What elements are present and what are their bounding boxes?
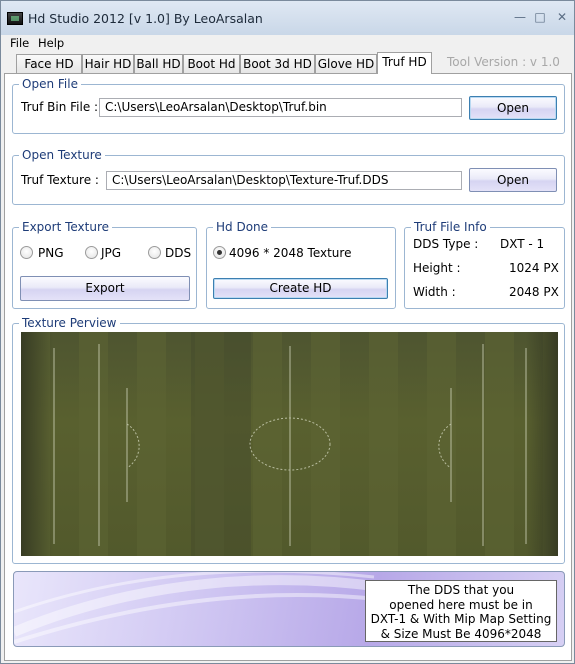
note-line: & Size Must Be 4096*2048 — [380, 626, 542, 641]
hd-done-group-title: Hd Done — [213, 220, 272, 234]
menu-file[interactable]: File — [10, 36, 29, 50]
truf-texture-label: Truf Texture : — [21, 173, 99, 187]
close-button[interactable]: ✕ — [551, 9, 573, 25]
open-file-group-title: Open File — [19, 77, 81, 91]
open-bin-button[interactable]: Open — [469, 96, 557, 120]
open-texture-group-title: Open Texture — [19, 148, 105, 162]
dds-radio[interactable] — [148, 246, 161, 259]
png-radio-label: PNG — [38, 246, 64, 260]
note-line: The DDS that you — [407, 583, 515, 597]
minimize-button[interactable]: — — [509, 9, 531, 25]
truf-bin-file-field[interactable]: C:\Users\LeoArsalan\Desktop\Truf.bin — [99, 98, 462, 117]
app-window: Hd Studio 2012 [v 1.0] By LeoArsalan — □… — [0, 0, 575, 664]
jpg-radio-label: JPG — [101, 246, 122, 260]
dds-type-label: DDS Type : — [413, 237, 479, 251]
note-line: opened here must be in — [389, 597, 533, 612]
export-button[interactable]: Export — [20, 276, 190, 301]
tab-glove-hd[interactable]: Glove HD — [315, 54, 377, 74]
dds-requirement-note: The DDS that you opened here must be in … — [365, 580, 557, 642]
tab-hair-hd[interactable]: Hair HD — [82, 54, 134, 74]
maximize-button[interactable]: □ — [529, 9, 551, 25]
truf-texture-field[interactable]: C:\Users\LeoArsalan\Desktop\Texture-Truf… — [106, 171, 462, 190]
dds-radio-label: DDS — [165, 246, 192, 260]
window-title: Hd Studio 2012 [v 1.0] By LeoArsalan — [28, 11, 263, 26]
export-texture-group-title: Export Texture — [19, 220, 113, 234]
tool-version-label: Tool Version : v 1.0 — [447, 55, 560, 69]
tab-boot-3d-hd[interactable]: Boot 3d HD — [240, 54, 315, 74]
tab-face-hd[interactable]: Face HD — [16, 54, 82, 74]
tab-ball-hd[interactable]: Ball HD — [134, 54, 183, 74]
hd-4096-radio[interactable] — [213, 246, 226, 259]
menu-bar: File Help — [1, 35, 574, 53]
truf-bin-file-label: Truf Bin File : — [21, 100, 99, 114]
create-hd-button[interactable]: Create HD — [213, 278, 388, 299]
dds-type-value: DXT - 1 — [500, 237, 545, 251]
truf-file-info-group-title: Truf File Info — [411, 220, 490, 234]
hd-4096-radio-label: 4096 * 2048 Texture — [229, 246, 352, 260]
width-value: 2048 PX — [509, 285, 559, 299]
note-line: DXT-1 & With Mip Map Setting — [370, 612, 552, 626]
texture-preview-image — [21, 332, 558, 556]
tab-truf-hd[interactable]: Truf HD — [377, 52, 432, 74]
height-value: 1024 PX — [509, 261, 559, 275]
pitch-texture — [21, 332, 558, 556]
app-icon — [7, 12, 23, 25]
jpg-radio[interactable] — [85, 246, 98, 259]
width-label: Width : — [413, 285, 456, 299]
tab-boot-hd[interactable]: Boot Hd — [183, 54, 240, 74]
texture-preview-group-title: Texture Perview — [19, 316, 120, 330]
height-label: Height : — [413, 261, 461, 275]
png-radio[interactable] — [20, 246, 33, 259]
title-bar[interactable]: Hd Studio 2012 [v 1.0] By LeoArsalan — □… — [1, 1, 574, 35]
open-texture-button[interactable]: Open — [469, 168, 557, 192]
menu-help[interactable]: Help — [38, 36, 64, 50]
